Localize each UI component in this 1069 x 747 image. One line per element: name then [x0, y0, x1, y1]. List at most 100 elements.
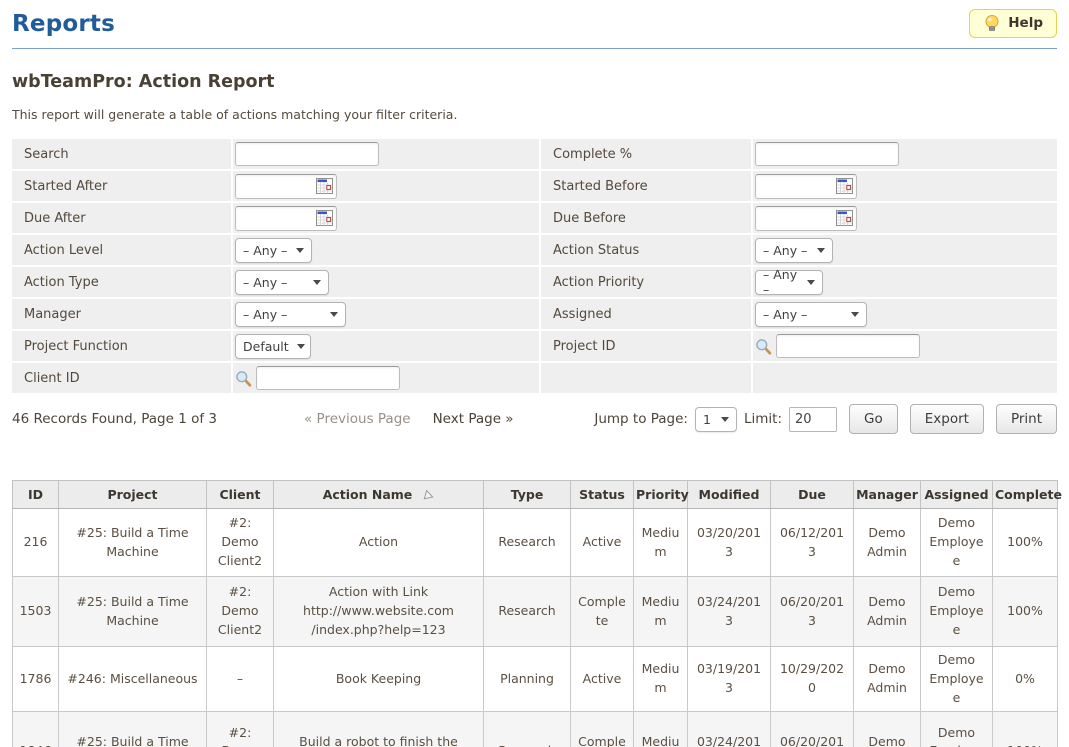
- action-status-select[interactable]: – Any –: [755, 238, 833, 263]
- assigned-value: – Any –: [763, 307, 807, 322]
- limit-input[interactable]: [789, 407, 837, 432]
- filter-empty-cell: [753, 363, 1057, 393]
- due-after-label: Due After: [12, 203, 231, 233]
- started-before-label: Started Before: [541, 171, 751, 201]
- project-function-select[interactable]: Default: [235, 334, 311, 359]
- manager-value: – Any –: [243, 307, 287, 322]
- print-button[interactable]: Print: [996, 404, 1057, 434]
- due-before-label: Due Before: [541, 203, 751, 233]
- go-button[interactable]: Go: [849, 404, 898, 434]
- project-id-input[interactable]: [776, 334, 920, 358]
- calendar-icon[interactable]: [836, 178, 853, 194]
- table-cell: #2: Demo Client2: [207, 712, 274, 747]
- page-header: Reports Help: [12, 0, 1057, 49]
- action-status-label: Action Status: [541, 235, 751, 265]
- table-cell: #25: Build a Time Machine: [59, 509, 207, 577]
- assigned-select[interactable]: – Any –: [755, 302, 867, 327]
- dropdown-arrow-icon: [851, 312, 859, 317]
- table-cell: 0%: [993, 647, 1058, 712]
- column-header-assigned[interactable]: Assigned: [921, 481, 993, 509]
- started-after-label: Started After: [12, 171, 231, 201]
- previous-page-link[interactable]: « Previous Page: [304, 411, 411, 427]
- action-priority-value: – Any –: [763, 267, 799, 297]
- complete-percent-input[interactable]: [755, 142, 899, 166]
- table-cell: 06/12/2013: [771, 509, 854, 577]
- lightbulb-icon: [983, 14, 1001, 32]
- jump-to-page-select[interactable]: 1: [695, 407, 737, 432]
- dropdown-arrow-icon: [817, 248, 825, 253]
- results-table: IDProjectClientAction NameTypeStatusPrio…: [12, 480, 1058, 747]
- table-cell: Action: [274, 509, 484, 577]
- action-type-value: – Any –: [243, 275, 287, 290]
- column-header-project[interactable]: Project: [59, 481, 207, 509]
- table-cell: Demo Admin: [854, 712, 921, 747]
- table-cell: 03/24/2013: [688, 577, 771, 647]
- calendar-icon[interactable]: [316, 210, 333, 226]
- table-cell: Demo Employee: [921, 647, 993, 712]
- next-page-link[interactable]: Next Page »: [433, 411, 514, 427]
- due-before-date-input[interactable]: [755, 206, 857, 231]
- project-function-label: Project Function: [12, 331, 231, 361]
- table-cell: 100%: [993, 509, 1058, 577]
- table-cell: Book Keeping: [274, 647, 484, 712]
- table-cell: Demo Admin: [854, 509, 921, 577]
- pagination-bar: 46 Records Found, Page 1 of 3 « Previous…: [12, 403, 1057, 435]
- dropdown-arrow-icon: [297, 344, 305, 349]
- column-header-client[interactable]: Client: [207, 481, 274, 509]
- action-priority-select[interactable]: – Any –: [755, 270, 823, 295]
- search-label: Search: [12, 139, 231, 169]
- magnifier-icon[interactable]: [755, 338, 772, 355]
- started-after-date-input[interactable]: [235, 174, 337, 199]
- client-id-input[interactable]: [256, 366, 400, 390]
- table-cell: 1846: [13, 712, 59, 747]
- action-level-label: Action Level: [12, 235, 231, 265]
- action-level-select[interactable]: – Any –: [235, 238, 312, 263]
- report-title: wbTeamPro: Action Report: [12, 72, 1057, 92]
- column-header-action-name[interactable]: Action Name: [274, 481, 484, 509]
- table-cell: Research: [484, 712, 571, 747]
- action-type-select[interactable]: – Any –: [235, 270, 329, 295]
- column-header-status[interactable]: Status: [571, 481, 634, 509]
- column-header-id[interactable]: ID: [13, 481, 59, 509]
- sort-ascending-icon: [422, 489, 434, 500]
- table-cell: Demo Admin: [854, 647, 921, 712]
- calendar-icon[interactable]: [316, 178, 333, 194]
- calendar-icon[interactable]: [836, 210, 853, 226]
- dropdown-arrow-icon: [807, 280, 815, 285]
- jump-to-page-label: Jump to Page:: [594, 411, 688, 427]
- table-cell: 03/20/2013: [688, 509, 771, 577]
- column-header-manager[interactable]: Manager: [854, 481, 921, 509]
- results-body: 216#25: Build a Time Machine #2: Demo Cli…: [13, 509, 1058, 747]
- filter-empty-cell: [541, 363, 751, 393]
- project-id-label: Project ID: [541, 331, 751, 361]
- table-cell: 216: [13, 509, 59, 577]
- dropdown-arrow-icon: [721, 417, 729, 422]
- table-cell: Planning: [484, 647, 571, 712]
- search-input[interactable]: [235, 142, 379, 166]
- manager-select[interactable]: – Any –: [235, 302, 346, 327]
- table-cell: 1786: [13, 647, 59, 712]
- table-cell: 10/29/2020: [771, 647, 854, 712]
- table-cell: Demo Employee: [921, 577, 993, 647]
- column-header-modified[interactable]: Modified: [688, 481, 771, 509]
- export-button[interactable]: Export: [910, 404, 984, 434]
- table-cell: Active: [571, 647, 634, 712]
- dropdown-arrow-icon: [296, 248, 304, 253]
- column-header-due[interactable]: Due: [771, 481, 854, 509]
- column-header-priority[interactable]: Priority: [634, 481, 688, 509]
- table-cell: Medium: [634, 509, 688, 577]
- dropdown-arrow-icon: [330, 312, 338, 317]
- magnifier-icon[interactable]: [235, 370, 252, 387]
- column-header-complete[interactable]: Complete: [993, 481, 1058, 509]
- table-cell: Demo Employee: [921, 712, 993, 747]
- due-after-date-input[interactable]: [235, 206, 337, 231]
- action-type-label: Action Type: [12, 267, 231, 297]
- help-button[interactable]: Help: [969, 9, 1057, 38]
- table-cell: 06/20/2013: [771, 577, 854, 647]
- table-cell: Medium: [634, 647, 688, 712]
- started-before-date-input[interactable]: [755, 174, 857, 199]
- help-button-label: Help: [1008, 15, 1043, 31]
- column-header-type[interactable]: Type: [484, 481, 571, 509]
- filter-panel: Search Complete % Started After Started …: [12, 139, 1057, 393]
- table-cell: #25: Build a Time Machine: [59, 577, 207, 647]
